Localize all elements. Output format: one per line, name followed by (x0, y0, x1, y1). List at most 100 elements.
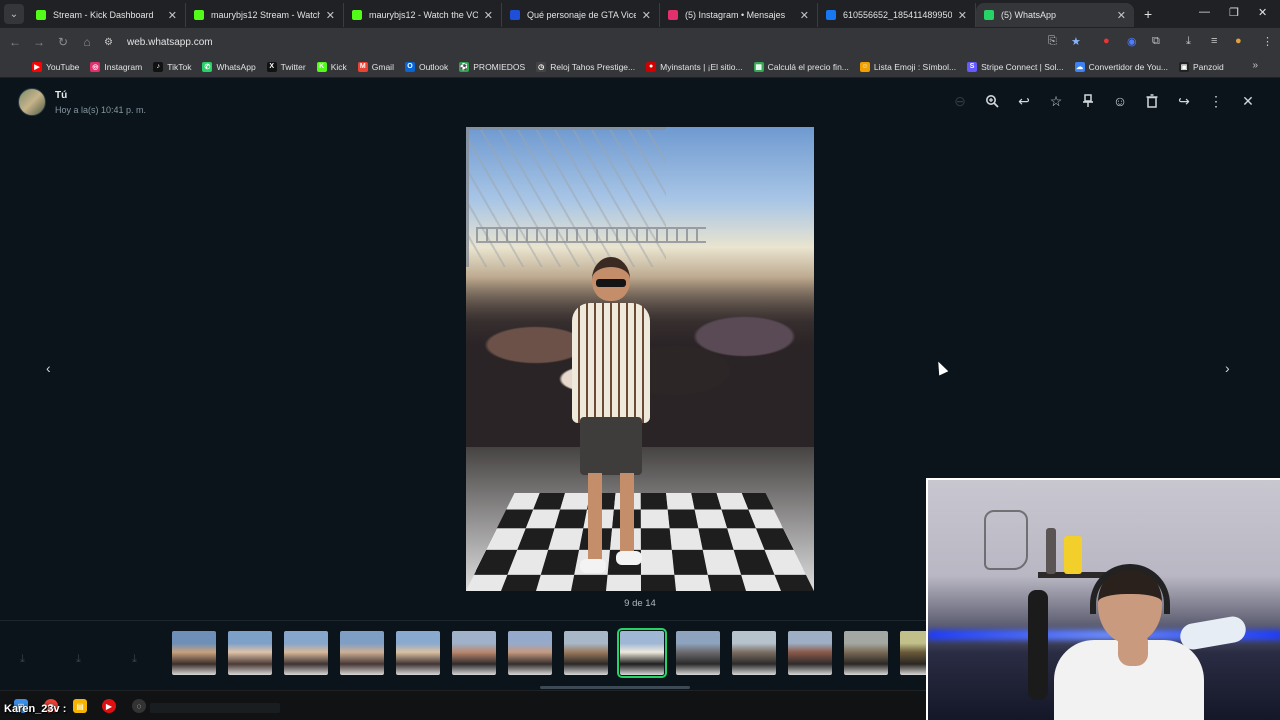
new-tab-button[interactable]: + (1144, 6, 1152, 22)
reply-icon[interactable]: ↩ (1008, 90, 1040, 112)
url-text: web.whatsapp.com (127, 36, 213, 48)
forward-button[interactable]: → (27, 35, 51, 49)
tab-search-button[interactable]: ⌄ (4, 4, 24, 24)
emoji-icon[interactable]: ☺ (1104, 90, 1136, 112)
bookmark-item[interactable]: X Twitter (266, 61, 306, 72)
tab-close-icon[interactable]: ✕ (1117, 9, 1126, 22)
browser-tab[interactable]: maurybjs12 - Watch the VOD o ✕ (344, 3, 502, 27)
media-thumbnail[interactable] (564, 631, 608, 675)
bookmark-item[interactable]: ☁ Convertidor de You... (1074, 61, 1168, 72)
media-thumbnail[interactable] (508, 631, 552, 675)
taskbar-search[interactable] (150, 703, 280, 713)
bookmark-icon: ⚽ (459, 61, 470, 72)
bookmark-item[interactable]: S Stripe Connect | Sol... (967, 61, 1064, 72)
media-thumbnail[interactable] (844, 631, 888, 675)
bookmark-label: Stripe Connect | Sol... (981, 61, 1064, 72)
zoom-out-icon: ⊖ (954, 92, 966, 109)
bookmark-label: Twitter (280, 61, 306, 72)
sender-info[interactable]: Tú Hoy a la(s) 10:41 p. m. (18, 88, 146, 116)
bookmark-item[interactable]: ◷ Reloj Tahos Prestige... (536, 61, 635, 72)
download-icon[interactable]: ⤓ (20, 653, 25, 666)
media-thumbnail[interactable] (676, 631, 720, 675)
browser-tab[interactable]: (5) Instagram • Mensajes ✕ (660, 3, 818, 27)
bookmark-icon: ▦ (753, 61, 764, 72)
bookmark-item[interactable]: ● Myinstants | ¡El sitio... (646, 61, 743, 72)
tab-close-icon[interactable]: ✕ (484, 9, 493, 22)
bookmark-icon: X (266, 61, 277, 72)
thumbnail-scrollbar[interactable] (540, 686, 690, 689)
media-thumbnail[interactable] (732, 631, 776, 675)
bookmark-label: WhatsApp (216, 61, 256, 72)
close-icon[interactable]: ✕ (1232, 90, 1264, 112)
tab-title: (5) WhatsApp (1001, 10, 1057, 20)
restore-button[interactable]: ❐ (1229, 6, 1239, 19)
browser-tab[interactable]: Stream - Kick Dashboard ✕ (28, 3, 186, 27)
delete-icon[interactable] (1136, 90, 1168, 112)
bookmark-item[interactable]: ◎ Instagram (90, 61, 142, 72)
forward-icon[interactable]: ↪ (1168, 90, 1200, 112)
bookmark-item[interactable]: ☺ Lista Emoji : Símbol... (859, 61, 956, 72)
bookmark-label: Gmail (371, 61, 394, 72)
bookmark-star-icon[interactable]: ★ (1071, 35, 1081, 48)
minimize-button[interactable]: — (1199, 6, 1210, 18)
browser-tab[interactable]: maurybjs12 Stream - Watch Live ✕ (186, 3, 344, 27)
bookmark-item[interactable]: ⚽ PROMIEDOS (459, 61, 525, 72)
next-media-button[interactable]: › (1225, 360, 1230, 376)
download-icon[interactable]: ⤓ (132, 653, 137, 666)
address-bar[interactable]: ⚙ web.whatsapp.com (104, 32, 1084, 52)
bookmark-item[interactable]: K Kick (316, 61, 347, 72)
media-app-icon[interactable]: ▶ (102, 699, 116, 713)
back-button[interactable]: ← (3, 35, 27, 49)
pin-icon[interactable] (1072, 90, 1104, 112)
bookmark-item[interactable]: ▦ Calculá el precio fin... (753, 61, 849, 72)
zoom-in-icon[interactable] (976, 90, 1008, 112)
media-thumbnail[interactable] (617, 628, 667, 678)
bookmark-item[interactable]: ♪ TikTok (153, 61, 191, 72)
extension-record-icon[interactable]: ● (1103, 35, 1110, 47)
media-thumbnail[interactable] (396, 631, 440, 675)
browser-tab[interactable]: (5) WhatsApp ✕ (976, 3, 1134, 27)
media-thumbnail[interactable] (228, 631, 272, 675)
browser-tab[interactable]: 610556652_185411489950474 ✕ (818, 3, 976, 27)
tab-close-icon[interactable]: ✕ (642, 9, 651, 22)
profile-icon[interactable]: ● (1235, 35, 1242, 47)
reload-button[interactable]: ↻ (51, 35, 75, 49)
bookmarks-overflow-icon[interactable]: » (1252, 60, 1258, 71)
reading-list-icon[interactable]: ≡ (1211, 35, 1217, 47)
downloads-icon[interactable]: ⤓ (1186, 35, 1191, 48)
tab-close-icon[interactable]: ✕ (958, 9, 967, 22)
bookmark-item[interactable]: ▣ Panzoid (1179, 61, 1224, 72)
media-thumbnail[interactable] (284, 631, 328, 675)
download-icon[interactable]: ⤓ (76, 653, 81, 666)
tab-title: Qué personaje de GTA Vice City (527, 10, 636, 20)
bookmark-item[interactable]: ✆ WhatsApp (202, 61, 256, 72)
tab-close-icon[interactable]: ✕ (168, 9, 177, 22)
media-thumbnail[interactable] (452, 631, 496, 675)
file-explorer-icon[interactable]: ▤ (73, 699, 87, 713)
media-thumbnail[interactable] (788, 631, 832, 675)
tab-close-icon[interactable]: ✕ (326, 9, 335, 22)
bookmark-item[interactable]: M Gmail (357, 61, 394, 72)
tyc-icon (510, 10, 520, 20)
tab-close-icon[interactable]: ✕ (800, 9, 809, 22)
previous-media-button[interactable]: ‹ (46, 360, 51, 376)
home-button[interactable]: ⌂ (75, 35, 99, 49)
instagram-icon (668, 10, 678, 20)
obs-icon[interactable]: ◌ (132, 699, 146, 713)
browser-tab[interactable]: Qué personaje de GTA Vice City ✕ (502, 3, 660, 27)
avatar[interactable] (18, 88, 46, 116)
install-app-icon[interactable]: ⎘ (1048, 35, 1057, 48)
bookmark-item[interactable]: ▶ YouTube (32, 61, 79, 72)
tab-title: maurybjs12 - Watch the VOD o (369, 10, 478, 20)
bookmark-item[interactable]: O Outlook (404, 61, 448, 72)
extension-audio-icon[interactable]: ◉ (1127, 35, 1137, 48)
media-thumbnail[interactable] (340, 631, 384, 675)
more-icon[interactable]: ⋮ (1200, 90, 1232, 112)
close-window-button[interactable]: ✕ (1258, 6, 1267, 19)
site-info-icon[interactable]: ⚙ (104, 37, 118, 48)
media-thumbnail[interactable] (172, 631, 216, 675)
extensions-icon[interactable]: ⧉ (1152, 35, 1160, 48)
bookmark-label: Kick (330, 61, 347, 72)
star-icon[interactable]: ☆ (1040, 90, 1072, 112)
chrome-menu-icon[interactable]: ⋮ (1262, 35, 1273, 48)
